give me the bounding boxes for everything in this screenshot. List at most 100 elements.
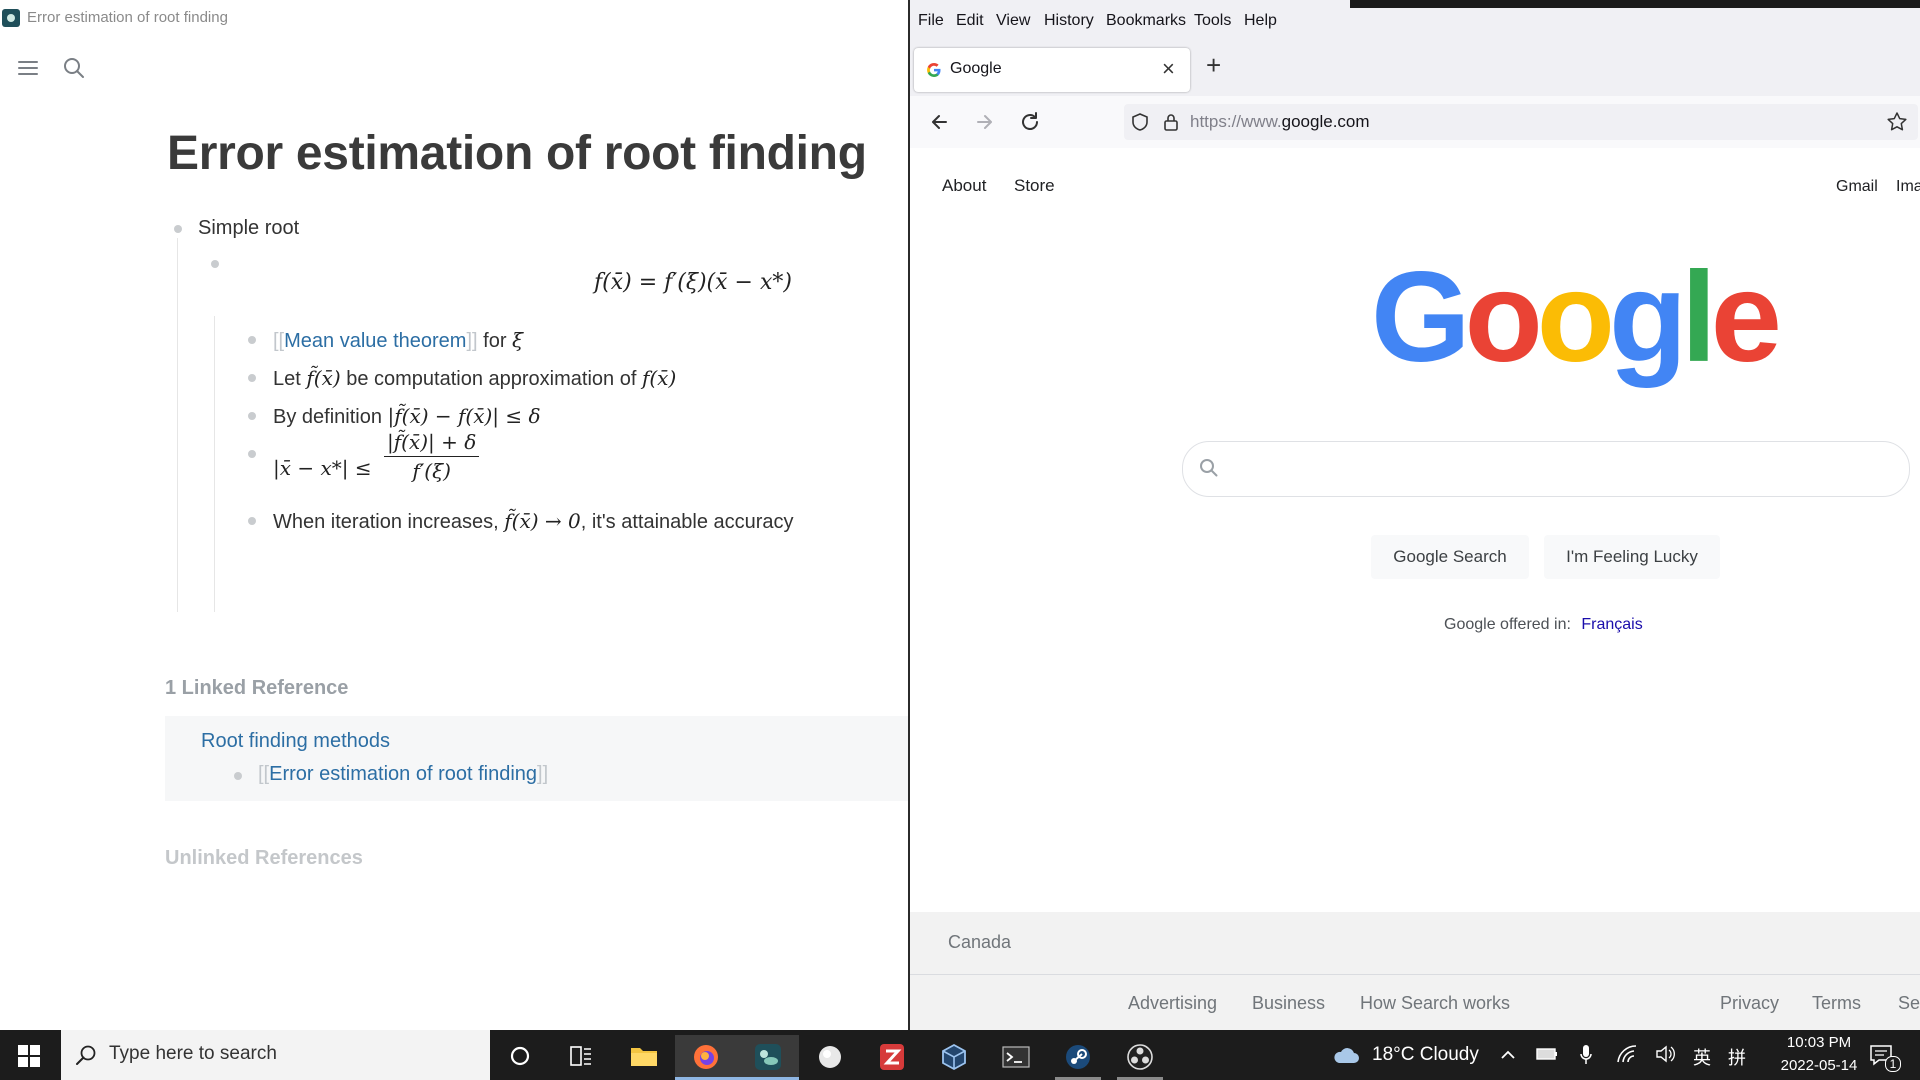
menu-edit[interactable]: Edit bbox=[956, 12, 984, 30]
reload-icon[interactable] bbox=[1016, 108, 1044, 136]
link-bracket-close: ]] bbox=[537, 763, 549, 785]
unlinked-references-header[interactable]: Unlinked References bbox=[165, 847, 363, 870]
taskbar-cortana[interactable] bbox=[489, 1035, 551, 1080]
hamburger-menu-icon[interactable] bbox=[16, 56, 40, 80]
taskbar-zotero[interactable] bbox=[861, 1035, 923, 1080]
logseq-icon bbox=[755, 1044, 781, 1070]
taskbar-search-box[interactable]: Type here to search bbox=[61, 1030, 490, 1080]
tracking-protection-shield-icon[interactable] bbox=[1130, 112, 1150, 132]
block-bullet[interactable] bbox=[248, 412, 256, 420]
block-bullet[interactable] bbox=[248, 336, 256, 344]
block-inequality[interactable]: |x̄ − x*| ≤ |f̃(x̄)| + δ f′(ξ) bbox=[273, 430, 480, 483]
clock-time[interactable]: 10:03 PM bbox=[1776, 1034, 1862, 1051]
block-bullet[interactable] bbox=[248, 517, 256, 525]
linked-ref-block[interactable]: [[Error estimation of root finding]] bbox=[258, 763, 548, 786]
menu-file[interactable]: File bbox=[918, 12, 944, 30]
lock-icon[interactable] bbox=[1162, 112, 1180, 132]
new-tab-icon[interactable]: + bbox=[1206, 50, 1221, 81]
taskbar-file-explorer[interactable] bbox=[613, 1035, 675, 1080]
menu-help[interactable]: Help bbox=[1244, 12, 1277, 30]
footer-settings-link[interactable]: Se bbox=[1898, 993, 1920, 1014]
footer-business-link[interactable]: Business bbox=[1252, 993, 1325, 1014]
menu-view[interactable]: View bbox=[996, 12, 1030, 30]
feeling-lucky-button[interactable]: I'm Feeling Lucky bbox=[1544, 535, 1720, 579]
google-about-link[interactable]: About bbox=[942, 176, 986, 196]
taskbar-steam[interactable] bbox=[1047, 1035, 1109, 1080]
block-bullet[interactable] bbox=[234, 772, 242, 780]
menu-history[interactable]: History bbox=[1044, 12, 1094, 30]
wifi-icon[interactable] bbox=[1616, 1044, 1638, 1064]
google-logo-letter: o bbox=[1464, 246, 1543, 389]
block-text: By definition bbox=[273, 406, 388, 428]
url-text: https://www.google.com bbox=[1190, 112, 1370, 132]
ime-mode-indicator[interactable]: 拼 bbox=[1728, 1044, 1746, 1070]
cloudy-weather-icon[interactable] bbox=[1332, 1045, 1360, 1065]
taskbar-app-white[interactable] bbox=[799, 1035, 861, 1080]
notification-count-badge: 1 bbox=[1885, 1056, 1901, 1072]
block-text: Let bbox=[273, 368, 307, 390]
volume-icon[interactable] bbox=[1655, 1044, 1677, 1064]
tab-close-icon[interactable]: × bbox=[1162, 56, 1175, 82]
page-title[interactable]: Error estimation of root finding bbox=[167, 126, 867, 181]
google-images-link[interactable]: Ima bbox=[1896, 178, 1920, 196]
weather-text[interactable]: 18°C Cloudy bbox=[1372, 1044, 1479, 1066]
block-iteration[interactable]: When iteration increases, f̃(x̄) → 0, it… bbox=[273, 509, 794, 534]
language-francais-link[interactable]: Français bbox=[1581, 616, 1642, 633]
google-search-button[interactable]: Google Search bbox=[1371, 535, 1529, 579]
block-mean-value-theorem[interactable]: [[Mean value theorem]] for ξ bbox=[273, 328, 523, 353]
mean-value-theorem-link[interactable]: Mean value theorem bbox=[284, 330, 466, 352]
taskbar-firefox[interactable] bbox=[675, 1035, 737, 1080]
footer-advertising-link[interactable]: Advertising bbox=[1128, 993, 1217, 1014]
block-bullet[interactable] bbox=[248, 450, 256, 458]
windows-taskbar: Type here to search 18°C Cloudy 英 拼 10:0… bbox=[0, 1030, 1920, 1080]
taskbar-obs[interactable] bbox=[1109, 1035, 1171, 1080]
search-icon[interactable] bbox=[62, 56, 86, 80]
chevron-up-icon[interactable] bbox=[1500, 1048, 1516, 1060]
microphone-icon[interactable] bbox=[1579, 1044, 1593, 1066]
block-approximation[interactable]: Let f̃(x̄) be computation approximation … bbox=[273, 366, 676, 391]
window-title: Error estimation of root finding bbox=[27, 9, 228, 26]
clock-date[interactable]: 2022-05-14 bbox=[1770, 1057, 1868, 1074]
taskbar-virtualbox[interactable] bbox=[923, 1035, 985, 1080]
google-search-input[interactable] bbox=[1182, 441, 1910, 497]
logseq-titlebar: Error estimation of root finding bbox=[0, 0, 908, 36]
menu-bookmarks[interactable]: Bookmarks bbox=[1106, 12, 1186, 30]
block-bullet[interactable] bbox=[174, 225, 182, 233]
block-bullet[interactable] bbox=[248, 374, 256, 382]
taskbar-terminal[interactable] bbox=[985, 1035, 1047, 1080]
taskbar-logseq[interactable] bbox=[737, 1035, 799, 1080]
google-gmail-link[interactable]: Gmail bbox=[1836, 178, 1878, 196]
footer-how-search-works-link[interactable]: How Search works bbox=[1360, 993, 1510, 1014]
url-bar[interactable]: https://www.google.com bbox=[1124, 104, 1918, 140]
ime-language-indicator[interactable]: 英 bbox=[1693, 1044, 1711, 1070]
footer-privacy-link[interactable]: Privacy bbox=[1720, 993, 1779, 1014]
google-store-link[interactable]: Store bbox=[1014, 176, 1055, 196]
firefox-window: File Edit View History Bookmarks Tools H… bbox=[908, 0, 1920, 1030]
linked-references-header[interactable]: 1 Linked Reference bbox=[165, 677, 348, 700]
google-logo: Google bbox=[1371, 254, 1782, 382]
block-simple-root[interactable]: Simple root bbox=[198, 217, 299, 240]
block-definition[interactable]: By definition |f̃(x̄) − f(x̄)| ≤ δ bbox=[273, 404, 541, 429]
google-logo-letter: G bbox=[1371, 246, 1471, 389]
url-prefix: https://www. bbox=[1190, 112, 1282, 131]
bookmark-star-icon[interactable] bbox=[1886, 111, 1908, 133]
math-numerator: |f̃(x̄)| + δ bbox=[383, 430, 480, 457]
browser-tab-google[interactable]: Google × bbox=[914, 48, 1190, 92]
block-text: , it's attainable accuracy bbox=[580, 511, 794, 533]
google-page: About Store Gmail Ima Google Google Sear… bbox=[910, 148, 1920, 912]
back-icon[interactable] bbox=[926, 108, 954, 136]
linked-ref-page-link[interactable]: Root finding methods bbox=[201, 730, 390, 753]
footer-terms-link[interactable]: Terms bbox=[1812, 993, 1861, 1014]
logseq-app-icon bbox=[2, 9, 20, 27]
taskbar-task-view[interactable] bbox=[551, 1035, 613, 1080]
math-f: f(x̄) bbox=[641, 366, 677, 390]
search-icon bbox=[76, 1045, 96, 1065]
menu-tools[interactable]: Tools bbox=[1194, 12, 1231, 30]
linked-ref-block-link[interactable]: Error estimation of root finding bbox=[269, 763, 537, 785]
firefox-menubar: File Edit View History Bookmarks Tools H… bbox=[910, 8, 1920, 57]
block-bullet[interactable] bbox=[211, 260, 219, 268]
battery-icon[interactable] bbox=[1536, 1046, 1558, 1062]
windows-start-icon[interactable] bbox=[18, 1045, 40, 1067]
block-formula-main[interactable]: f(x̄) = f′(ξ)(x̄ − x*) bbox=[594, 270, 792, 295]
forward-icon[interactable] bbox=[970, 108, 998, 136]
